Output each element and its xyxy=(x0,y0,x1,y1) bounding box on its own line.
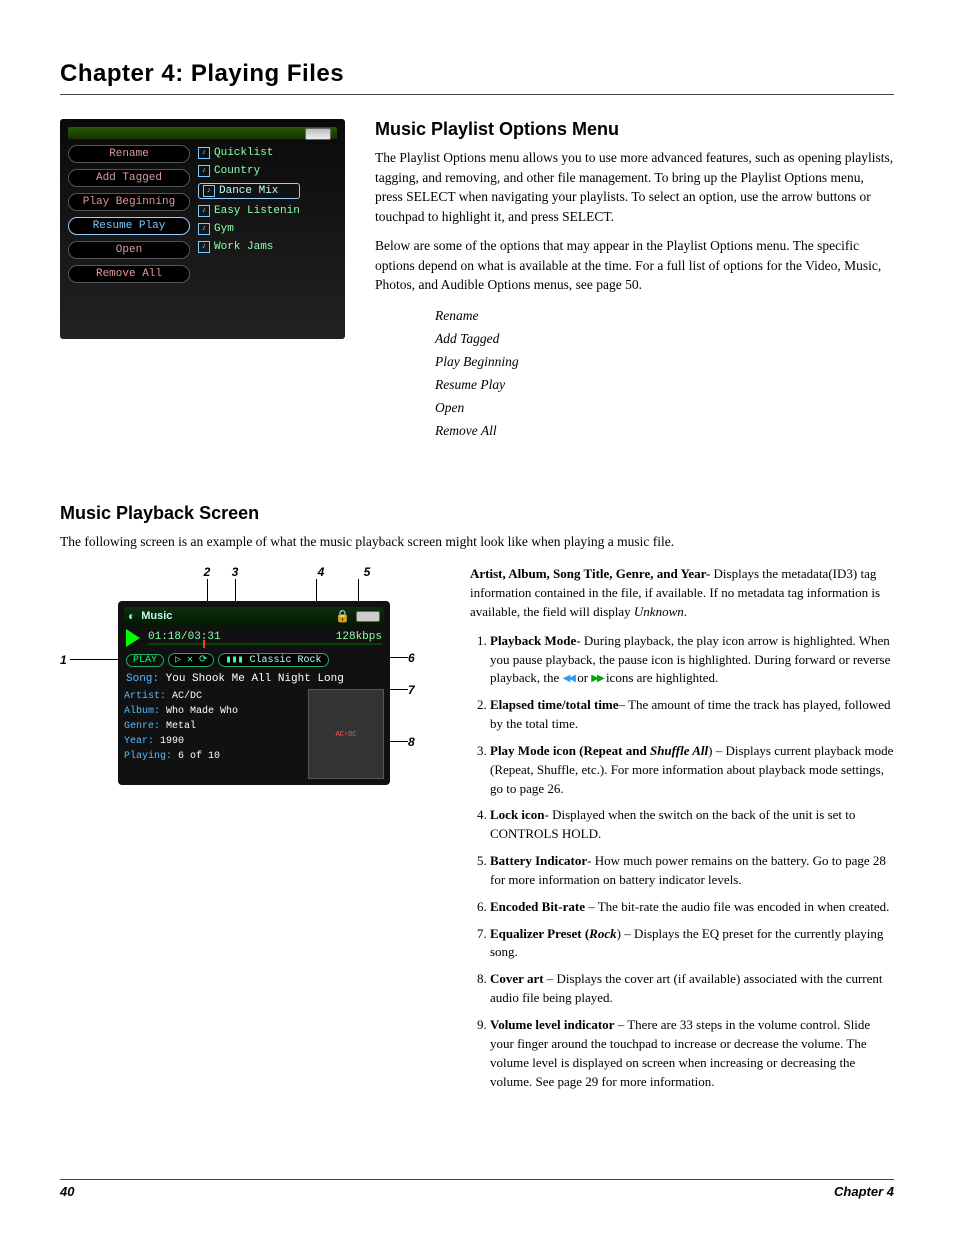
callout-7: 7 xyxy=(408,683,415,697)
play-icon[interactable] xyxy=(126,629,140,647)
def-eq-preset: Equalizer Preset (Rock) – Displays the E… xyxy=(490,925,894,963)
playlist-options-para2: Below are some of the options that may a… xyxy=(375,236,894,295)
playlist-icon: ♪ xyxy=(198,147,210,159)
menu-rename[interactable]: Rename xyxy=(68,145,190,163)
option-rename: Rename xyxy=(435,305,894,328)
option-open: Open xyxy=(435,397,894,420)
menu-play-beginning[interactable]: Play Beginning xyxy=(68,193,190,211)
playback-screen-intro: The following screen is an example of wh… xyxy=(60,532,894,552)
callout-3: 3 xyxy=(230,565,240,579)
playlist-icon: ♪ xyxy=(198,165,210,177)
artist-label: Artist: xyxy=(124,691,166,702)
screenshot-topbar xyxy=(68,127,337,139)
metadata-lead: Artist, Album, Song Title, Genre, and Ye… xyxy=(470,565,894,622)
footer-chapter: Chapter 4 xyxy=(834,1184,894,1199)
callout-4: 4 xyxy=(316,565,326,579)
menu-open[interactable]: Open xyxy=(68,241,190,259)
playlist-label: Country xyxy=(214,165,260,177)
playlist-icon: ♪ xyxy=(198,205,210,217)
playlist-quicklist[interactable]: ♪ Quicklist xyxy=(198,147,300,159)
menu-resume-play[interactable]: Resume Play xyxy=(68,217,190,235)
song-label: Song: xyxy=(126,673,159,685)
playlist-options-para1: The Playlist Options menu allows you to … xyxy=(375,148,894,226)
battery-icon xyxy=(305,128,331,140)
option-play-beginning: Play Beginning xyxy=(435,351,894,374)
def-cover-art: Cover art – Displays the cover art (if a… xyxy=(490,970,894,1008)
rewind-icon: ◀◀ xyxy=(563,672,574,687)
artist-value: AC/DC xyxy=(172,691,202,702)
playlist-column: ♪ Quicklist ♪ Country ♪ Dance Mix ♪ Easy Lis… xyxy=(198,145,300,283)
progress-bar[interactable] xyxy=(148,643,382,645)
menu-add-tagged[interactable]: Add Tagged xyxy=(68,169,190,187)
playback-screen-heading: Music Playback Screen xyxy=(60,503,894,524)
def-volume-indicator: Volume level indicator – There are 33 st… xyxy=(490,1016,894,1091)
song-title: You Shook Me All Night Long xyxy=(166,673,344,685)
eq-pill: ▮▮▮ Classic Rock xyxy=(218,653,328,667)
bitrate: 128kbps xyxy=(336,631,382,643)
playing-label: Playing: xyxy=(124,751,172,762)
playlist-icon: ♪ xyxy=(198,223,210,235)
playlist-icon: ♪ xyxy=(203,185,215,197)
genre-label: Genre: xyxy=(124,721,160,732)
forward-icon: ▶▶ xyxy=(591,672,602,687)
page-footer: 40 Chapter 4 xyxy=(60,1179,894,1199)
lock-icon: 🔒 xyxy=(335,609,350,623)
def-playback-mode: Playback Mode- During playback, the play… xyxy=(490,632,894,689)
playlist-label: Gym xyxy=(214,223,234,235)
play-label-pill: PLAY xyxy=(126,654,164,667)
option-add-tagged: Add Tagged xyxy=(435,328,894,351)
music-icon: ◐ xyxy=(128,609,135,623)
def-elapsed-time: Elapsed time/total time– The amount of t… xyxy=(490,696,894,734)
playlist-icon: ♪ xyxy=(198,241,210,253)
playlist-country[interactable]: ♪ Country xyxy=(198,165,300,177)
playback-screenshot: ◐ Music 🔒 01:18/03:31 128kbps xyxy=(118,601,390,785)
playmode-icons: ▷ ✕ ⟳ xyxy=(168,653,214,667)
menu-remove-all[interactable]: Remove All xyxy=(68,265,190,283)
eq-preset: Classic Rock xyxy=(250,655,322,666)
title-rule xyxy=(60,94,894,95)
playlist-label: Quicklist xyxy=(214,147,273,159)
callout-definitions: Artist, Album, Song Title, Genre, and Ye… xyxy=(470,565,894,1099)
chapter-title: Chapter 4: Playing Files xyxy=(60,60,894,88)
option-remove-all: Remove All xyxy=(435,420,894,443)
playlist-dance-mix[interactable]: ♪ Dance Mix xyxy=(198,183,300,199)
option-list: Rename Add Tagged Play Beginning Resume … xyxy=(435,305,894,443)
page-number: 40 xyxy=(60,1184,74,1199)
playlist-label: Dance Mix xyxy=(219,185,278,197)
playlist-options-heading: Music Playlist Options Menu xyxy=(375,119,894,140)
player-title: Music xyxy=(141,610,172,622)
year-value: 1990 xyxy=(160,736,184,747)
playlist-label: Easy Listenin xyxy=(214,205,300,217)
callout-8: 8 xyxy=(408,735,415,749)
playlist-easy-listening[interactable]: ♪ Easy Listenin xyxy=(198,205,300,217)
callout-1: 1 xyxy=(60,653,67,667)
def-bitrate: Encoded Bit-rate – The bit-rate the audi… xyxy=(490,898,894,917)
option-resume-play: Resume Play xyxy=(435,374,894,397)
eq-bars-icon: ▮▮▮ xyxy=(225,655,243,666)
playlist-options-screenshot: Rename Add Tagged Play Beginning Resume … xyxy=(60,119,345,339)
playlist-work-jams[interactable]: ♪ Work Jams xyxy=(198,241,300,253)
playlist-label: Work Jams xyxy=(214,241,273,253)
playlist-gym[interactable]: ♪ Gym xyxy=(198,223,300,235)
options-menu-column: Rename Add Tagged Play Beginning Resume … xyxy=(68,145,190,283)
callout-5: 5 xyxy=(362,565,372,579)
album-value: Who Made Who xyxy=(166,706,238,717)
def-lock-icon: Lock icon- Displayed when the switch on … xyxy=(490,806,894,844)
callout-2: 2 xyxy=(202,565,212,579)
playing-value: 6 of 10 xyxy=(178,751,220,762)
playback-diagram: 2 3 4 5 1 6 7 8 xyxy=(60,565,440,1099)
year-label: Year: xyxy=(124,736,154,747)
cover-art: AC⚡DC xyxy=(308,689,384,779)
elapsed-total-time: 01:18/03:31 xyxy=(148,631,221,643)
callout-6: 6 xyxy=(408,651,415,665)
def-battery-indicator: Battery Indicator- How much power remain… xyxy=(490,852,894,890)
album-label: Album: xyxy=(124,706,160,717)
top-callouts: 2 3 4 5 xyxy=(118,565,440,579)
battery-icon xyxy=(356,611,380,622)
def-play-mode-icon: Play Mode icon (Repeat and Shuffle All) … xyxy=(490,742,894,799)
genre-value: Metal xyxy=(166,721,196,732)
